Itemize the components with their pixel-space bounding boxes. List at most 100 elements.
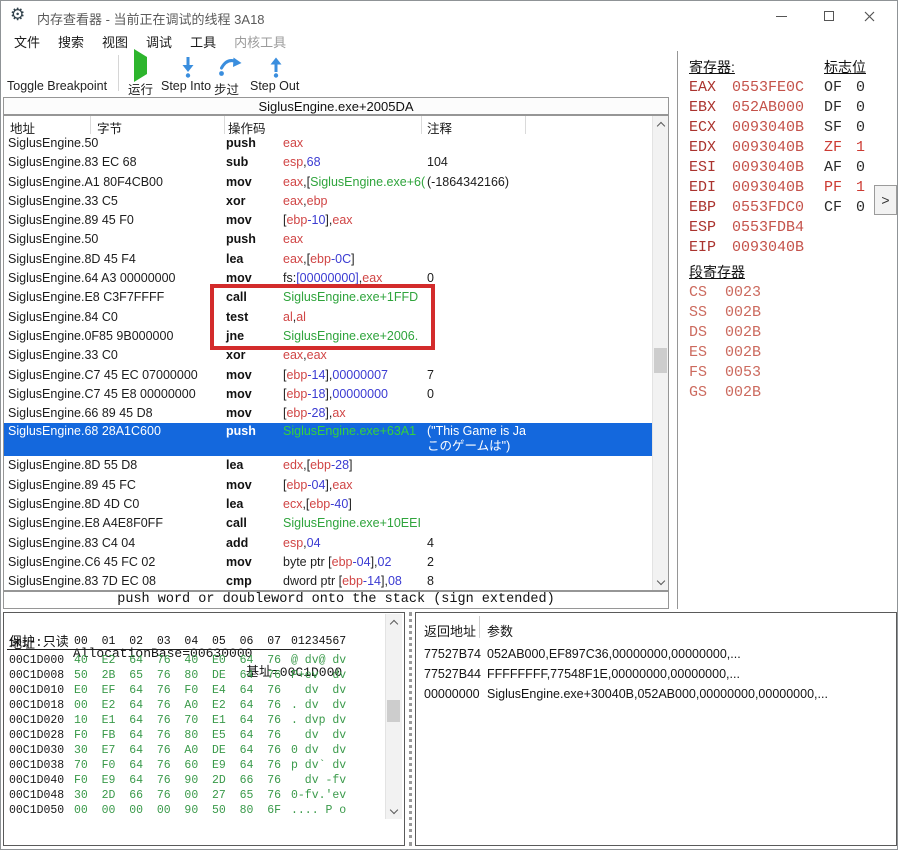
register-row[interactable]: EDX0093040B <box>689 138 804 158</box>
disasm-row[interactable]: SiglusEngine.8D 45 F4leaeax,[ebp-0C] <box>4 250 652 269</box>
memory-viewer-window: ⚙ 内存查看器 - 当前正在调试的线程 3A18 文件搜索视图调试工具内核工具 … <box>0 0 898 850</box>
maximize-button[interactable] <box>813 4 845 28</box>
disasm-row[interactable]: SiglusEngine.C7 45 EC 07000000mov[ebp-14… <box>4 366 652 385</box>
disasm-row[interactable]: SiglusEngine.83 C4 04addesp,044 <box>4 534 652 553</box>
hex-row[interactable]: 00C1D03870 F0 64 76 60 E9 64 76p dv` dv <box>4 758 384 773</box>
register-row[interactable]: ECX0093040B <box>689 118 804 138</box>
flag-row[interactable]: DF0 <box>824 98 865 118</box>
disasm-scrollbar[interactable] <box>652 116 668 590</box>
disasm-mnemonic: mov <box>226 385 252 404</box>
scrollbar-thumb[interactable] <box>387 700 400 722</box>
disasm-row[interactable]: SiglusEngine.E8 C3F7FFFFcallSiglusEngine… <box>4 288 652 307</box>
disasm-row[interactable]: SiglusEngine.64 A3 00000000movfs:[000000… <box>4 269 652 288</box>
disasm-row[interactable]: SiglusEngine.50pusheax <box>4 230 652 249</box>
disasm-row[interactable]: SiglusEngine.0F85 9B000000jneSiglusEngin… <box>4 327 652 346</box>
flag-row[interactable]: PF1 <box>824 178 865 198</box>
disasm-comment: 8 <box>427 572 434 590</box>
hex-scrollbar[interactable] <box>385 614 402 819</box>
disasm-row[interactable]: SiglusEngine.83 7D EC 08cmpdword ptr [eb… <box>4 572 652 590</box>
step-over-arrow-icon <box>218 57 242 78</box>
stack-row[interactable]: 77527B74052AB000,EF897C36,00000000,00000… <box>416 644 896 664</box>
expand-registers-button[interactable]: > <box>874 185 897 215</box>
hex-bytes: 40 E2 64 76 40 E0 64 76 <box>74 653 281 668</box>
segment-register-list: CS 0023SS 002BDS 002BES 002BFS 0053GS 00… <box>689 283 761 403</box>
segment-row[interactable]: DS 002B <box>689 323 761 343</box>
register-value: 0093040B <box>732 119 804 136</box>
register-row[interactable]: EBX052AB000 <box>689 98 804 118</box>
disasm-mnemonic: jne <box>226 327 244 346</box>
flag-row[interactable]: ZF1 <box>824 138 865 158</box>
disasm-mnemonic: push <box>226 423 256 440</box>
segment-row[interactable]: ES 002B <box>689 343 761 363</box>
minimize-button[interactable] <box>765 4 797 28</box>
disasm-mnemonic: call <box>226 288 247 307</box>
scroll-up-button[interactable] <box>386 614 401 630</box>
hex-row[interactable]: 00C1D04830 2D 66 76 00 27 65 760-fv.'ev <box>4 788 384 803</box>
disasm-address: SiglusEngine.83 EC 68 <box>8 153 137 172</box>
disasm-row[interactable]: SiglusEngine.C7 45 E8 00000000mov[ebp-18… <box>4 385 652 404</box>
disasm-row[interactable]: SiglusEngine.33 C0xoreax,eax <box>4 346 652 365</box>
hex-row[interactable]: 00C1D03030 E7 64 76 A0 DE 64 760 dv dv <box>4 743 384 758</box>
register-row[interactable]: EIP0093040B <box>689 238 804 258</box>
stack-row[interactable]: 77527B44FFFFFFFF,77548F1E,00000000,00000… <box>416 664 896 684</box>
scrollbar-thumb[interactable] <box>654 348 667 373</box>
hex-row[interactable]: 00C1D010E0 EF 64 76 F0 E4 64 76 dv dv <box>4 683 384 698</box>
menu-item-tools[interactable]: 工具 <box>181 31 225 52</box>
disasm-mnemonic: mov <box>226 404 252 423</box>
flag-row[interactable]: CF0 <box>824 198 865 218</box>
stack-row[interactable]: 00000000SiglusEngine.exe+30040B,052AB000… <box>416 684 896 704</box>
menu-item-view[interactable]: 视图 <box>93 31 137 52</box>
flag-row[interactable]: OF0 <box>824 78 865 98</box>
disasm-row[interactable]: SiglusEngine.89 45 FCmov[ebp-04],eax <box>4 476 652 495</box>
segment-row[interactable]: GS 002B <box>689 383 761 403</box>
menu-item-kernel-tools[interactable]: 内核工具 <box>225 31 295 52</box>
stack-col-return-address[interactable]: 返回地址 <box>424 621 476 640</box>
segment-row[interactable]: CS 0023 <box>689 283 761 303</box>
stack-col-params[interactable]: 参数 <box>487 621 513 640</box>
hex-row[interactable]: 00C1D05000 00 00 00 90 50 80 6F.... P o <box>4 803 384 818</box>
hex-row[interactable]: 00C1D02010 E1 64 76 70 E1 64 76. dvp dv <box>4 713 384 728</box>
disasm-row[interactable]: SiglusEngine.66 89 45 D8mov[ebp-28],ax <box>4 404 652 423</box>
disasm-row[interactable]: SiglusEngine.50pusheax <box>4 134 652 153</box>
disasm-operands: eax,[ebp-0C] <box>283 250 355 269</box>
disasm-comment-line2: このゲームは") <box>427 438 510 455</box>
hex-address: 00C1D008 <box>9 668 64 683</box>
toolbar-label-toggle-breakpoint: Toggle Breakpoint <box>7 79 107 93</box>
menu-item-file[interactable]: 文件 <box>5 31 49 52</box>
disasm-row[interactable]: SiglusEngine.8D 4D C0leaecx,[ebp-40] <box>4 495 652 514</box>
register-row[interactable]: EBP0553FDC0 <box>689 198 804 218</box>
hex-bytes: 10 E1 64 76 70 E1 64 76 <box>74 713 281 728</box>
register-value: 0553FDB4 <box>732 219 804 236</box>
close-button[interactable] <box>853 4 885 28</box>
scroll-down-button[interactable] <box>653 574 668 590</box>
register-row[interactable]: ESP0553FDB4 <box>689 218 804 238</box>
disasm-row[interactable]: SiglusEngine.C6 45 FC 02movbyte ptr [ebp… <box>4 553 652 572</box>
disasm-row[interactable]: SiglusEngine.68 28A1C600pushSiglusEngine… <box>4 423 652 456</box>
disasm-row[interactable]: SiglusEngine.84 C0testal,al <box>4 308 652 327</box>
menu-item-search[interactable]: 搜索 <box>49 31 93 52</box>
disasm-row[interactable]: SiglusEngine.33 C5xoreax,ebp <box>4 192 652 211</box>
disasm-row[interactable]: SiglusEngine.A1 80F4CB00moveax,[SiglusEn… <box>4 173 652 192</box>
disasm-operands: eax,ebp <box>283 192 328 211</box>
register-row[interactable]: EDI0093040B <box>689 178 804 198</box>
flag-row[interactable]: SF0 <box>824 118 865 138</box>
hex-row[interactable]: 00C1D01800 E2 64 76 A0 E2 64 76. dv dv <box>4 698 384 713</box>
panel-splitter[interactable] <box>409 612 412 846</box>
hex-bytes: 70 F0 64 76 60 E9 64 76 <box>74 758 281 773</box>
disasm-row[interactable]: SiglusEngine.8D 55 D8leaedx,[ebp-28] <box>4 456 652 475</box>
disasm-row[interactable]: SiglusEngine.E8 A4E8F0FFcallSiglusEngine… <box>4 514 652 533</box>
disasm-row[interactable]: SiglusEngine.83 EC 68subesp,68104 <box>4 153 652 172</box>
hex-row[interactable]: 00C1D028F0 FB 64 76 80 E5 64 76 dv dv <box>4 728 384 743</box>
hex-row[interactable]: 00C1D00040 E2 64 76 40 E0 64 76@ dv@ dv <box>4 653 384 668</box>
hex-row[interactable]: 00C1D040F0 E9 64 76 90 2D 66 76 dv -fv <box>4 773 384 788</box>
segment-row[interactable]: FS 0053 <box>689 363 761 383</box>
hex-row[interactable]: 00C1D00850 2B 65 76 80 DE 64 76P+ev dv <box>4 668 384 683</box>
chevron-up-icon <box>389 619 397 627</box>
flag-row[interactable]: AF0 <box>824 158 865 178</box>
disasm-row[interactable]: SiglusEngine.89 45 F0mov[ebp-10],eax <box>4 211 652 230</box>
scroll-down-button[interactable] <box>386 803 401 819</box>
scroll-up-button[interactable] <box>653 116 668 132</box>
segment-row[interactable]: SS 002B <box>689 303 761 323</box>
register-row[interactable]: EAX0553FE0C <box>689 78 804 98</box>
register-row[interactable]: ESI0093040B <box>689 158 804 178</box>
